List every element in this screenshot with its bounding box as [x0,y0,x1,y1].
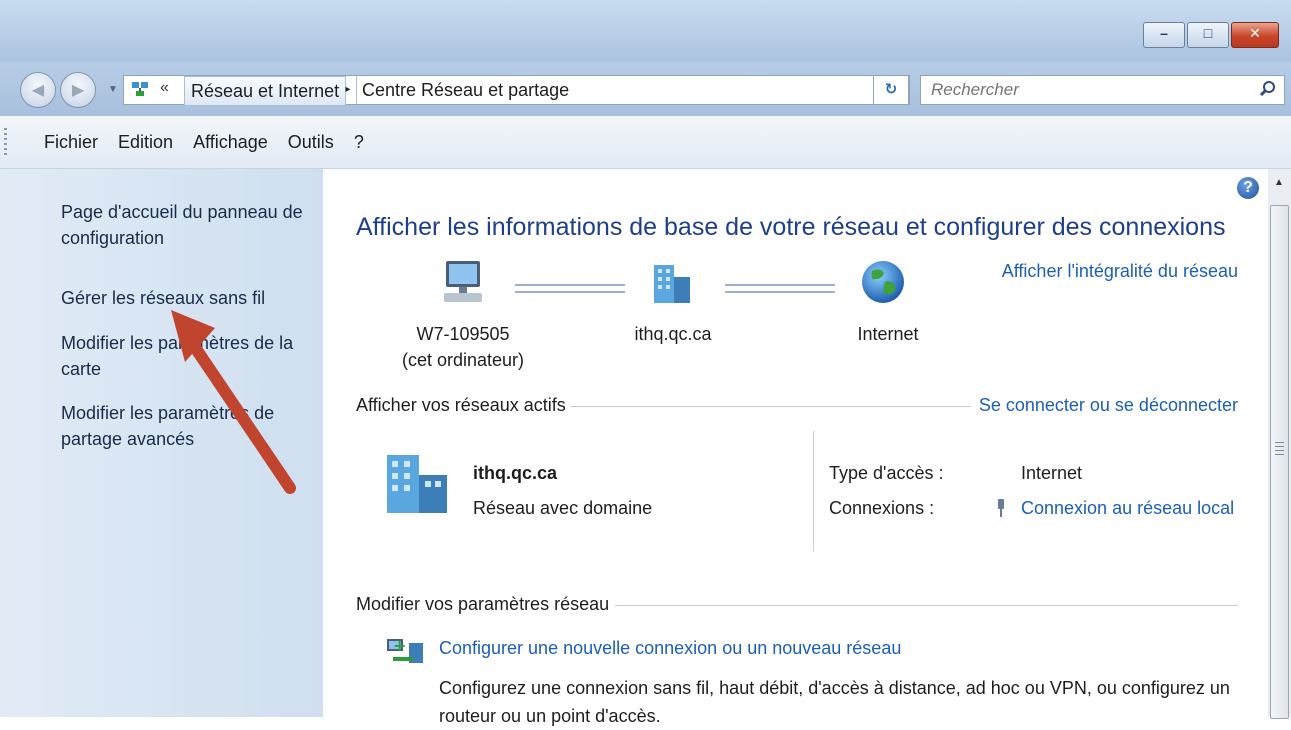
back-button[interactable]: ◀ [20,72,56,108]
title-bar: – □ ✕ [0,0,1291,62]
maximize-button[interactable]: □ [1187,22,1229,48]
address-toolbar: ◀ ▶ ▼ « Réseau et Internet ▸ Centre Rése… [0,62,1291,116]
new-connection-icon: + [387,636,423,663]
help-icon[interactable]: ? [1237,177,1259,199]
active-network-name: ithq.qc.ca [473,463,558,483]
link-domain-internet [725,284,835,293]
local-area-connection-link[interactable]: Connexion au réseau local [1021,498,1234,519]
setup-new-connection-link[interactable]: Configurer une nouvelle connexion ou un … [439,634,1259,662]
sidebar-link-control-panel-home[interactable]: Page d'accueil du panneau de configurati… [61,199,311,251]
vertical-scrollbar[interactable]: ▲ [1268,169,1291,719]
search-icon[interactable] [1258,79,1278,99]
menu-help[interactable]: ? [354,132,364,153]
breadcrumb-network-internet[interactable]: Réseau et Internet [184,76,347,106]
forward-button[interactable]: ▶ [60,72,96,108]
forward-arrow-icon: ▶ [71,82,85,99]
main-content: ? Afficher les informations de base de v… [323,169,1268,726]
active-network-category[interactable]: Réseau avec domaine [473,498,652,519]
access-type-label: Type d'accès : [829,463,944,483]
window-controls: – □ ✕ [1141,22,1279,48]
breadcrumb-current[interactable]: Centre Réseau et partage [362,76,569,104]
close-button[interactable]: ✕ [1231,22,1279,48]
ethernet-icon [998,499,1004,517]
section-divider [615,605,1238,606]
toolbar-grip[interactable] [4,128,7,158]
connect-disconnect-link[interactable]: Se connecter ou se déconnecter [979,395,1238,416]
domain-name: ithq.qc.ca [634,324,712,344]
thumb-grip-icon [1275,442,1284,456]
vertical-divider [813,431,814,551]
network-folder-icon [132,82,148,96]
internet-label: Internet [857,324,919,344]
connections-label: Connexions : [829,498,935,518]
page-title: Afficher les informations de base de vot… [356,213,1226,241]
active-networks-heading: Afficher vos réseaux actifs [356,395,566,415]
menu-bar: Fichier Edition Affichage Outils ? [0,116,1291,169]
svg-text:+: + [393,636,406,655]
annotation-arrow-icon [171,310,296,494]
access-type-value: Internet [1021,463,1083,483]
computer-name: W7-109505 [416,324,510,344]
back-arrow-icon: ◀ [31,82,45,99]
address-bar[interactable]: « Réseau et Internet ▸ Centre Réseau et … [123,75,910,106]
search-input[interactable] [929,79,1253,101]
setup-new-connection-description: Configurez une connexion sans fil, haut … [439,678,1230,726]
computer-subtitle: (cet ordinateur) [401,350,525,370]
refresh-button[interactable]: ↻ [873,75,909,105]
section-divider [571,406,971,407]
internet-globe-icon[interactable] [858,257,908,307]
menu-fichier[interactable]: Fichier [44,132,98,153]
change-settings-heading: Modifier vos paramètres réseau [356,594,610,614]
see-full-map-link[interactable]: Afficher l'intégralité du réseau [1002,261,1238,282]
breadcrumb-separator[interactable]: ▸ [340,76,357,104]
menu-edition[interactable]: Edition [118,132,173,153]
computer-icon[interactable] [438,257,488,307]
minimize-button[interactable]: – [1143,22,1185,48]
domain-network-icon [387,455,447,513]
search-box[interactable] [920,75,1285,105]
menu-affichage[interactable]: Affichage [193,132,268,153]
breadcrumb-overflow[interactable]: « [160,79,169,97]
scroll-up-icon[interactable]: ▲ [1274,177,1284,188]
scrollbar-thumb[interactable] [1270,205,1289,719]
menu-outils[interactable]: Outils [288,132,334,153]
link-computer-domain [515,284,625,293]
history-dropdown-icon[interactable]: ▼ [108,84,118,95]
domain-building-icon[interactable] [648,259,698,309]
